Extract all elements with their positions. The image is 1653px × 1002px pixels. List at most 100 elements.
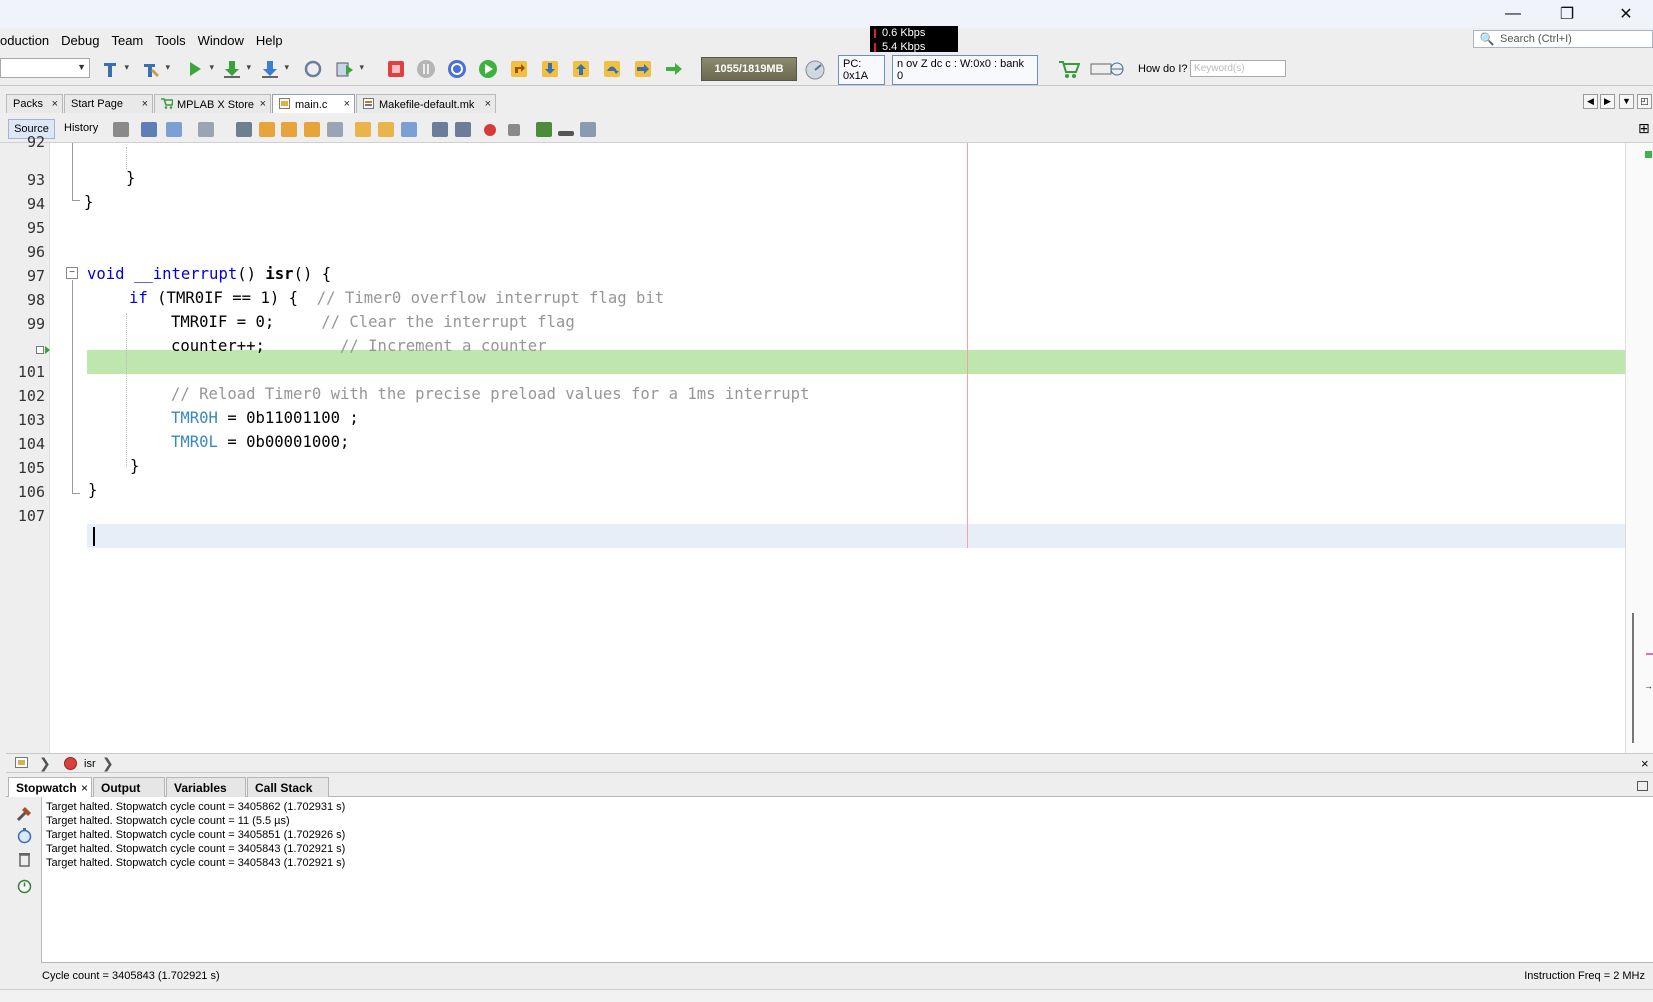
start-comment-icon[interactable] — [536, 122, 552, 137]
pause-icon[interactable] — [416, 59, 436, 79]
build-icon[interactable] — [100, 59, 129, 79]
focus-pc-icon[interactable] — [664, 59, 684, 79]
maximize-window-icon[interactable]: ◰ — [1637, 94, 1652, 109]
scroll-position-indicator[interactable] — [1632, 613, 1634, 743]
menu-window[interactable]: Window — [192, 30, 250, 50]
step-into-icon[interactable] — [540, 59, 560, 79]
record-macro-icon[interactable] — [484, 124, 496, 136]
search-placeholder: Search (Ctrl+I) — [1500, 33, 1572, 45]
last-edit-icon[interactable] — [113, 122, 129, 137]
menu-tools[interactable]: Tools — [149, 30, 191, 50]
toggle-highlight-icon[interactable] — [304, 122, 320, 137]
status-register: n ov Z dc c : W:0x0 : bank 0 — [892, 55, 1038, 85]
find-next-icon[interactable] — [281, 122, 297, 137]
find-icon[interactable] — [236, 122, 252, 137]
step-out-icon[interactable] — [571, 59, 591, 79]
stopwatch-icon[interactable] — [16, 877, 33, 894]
set-pc-icon[interactable] — [633, 59, 653, 79]
tab-makefile[interactable]: Makefile-default.mk × — [356, 94, 496, 113]
source-file-icon[interactable] — [15, 756, 29, 772]
keyword-input[interactable]: Keyword(s) — [1190, 60, 1286, 77]
minimize-panel-icon[interactable] — [1637, 781, 1648, 791]
toggle-bookmark-icon[interactable] — [401, 122, 417, 137]
menu-team[interactable]: Team — [105, 30, 149, 50]
tab-output[interactable]: Output — [93, 777, 165, 797]
run-icon[interactable] — [185, 59, 214, 79]
tab-start-page[interactable]: Start Page × — [64, 94, 153, 113]
code-editor[interactable]: 92 93 94 95 96 97 98 99 101 102 103 104 … — [6, 133, 1625, 753]
program-device-icon[interactable] — [222, 59, 251, 79]
error-stripe[interactable]: → — [1625, 143, 1653, 753]
title-bar: — ❐ ✕ — [0, 0, 1653, 28]
close-icon[interactable]: × — [344, 98, 350, 110]
close-icon[interactable]: × — [52, 98, 58, 110]
step-over-icon[interactable] — [602, 59, 622, 79]
text-caret — [93, 527, 95, 546]
reset-icon[interactable] — [447, 59, 467, 79]
ide-search-input[interactable]: 🔍 Search (Ctrl+I) — [1473, 30, 1653, 48]
maximize-button[interactable]: ❐ — [1544, 0, 1590, 28]
configuration-select[interactable]: ▼ — [0, 58, 90, 78]
scroll-tabs-right-icon[interactable]: ▶ — [1600, 94, 1615, 109]
read-device-icon[interactable] — [260, 59, 289, 79]
continue-icon[interactable] — [478, 59, 498, 79]
next-bookmark-icon[interactable] — [378, 122, 394, 137]
restore-icon: ❐ — [1559, 6, 1575, 23]
properties-icon[interactable] — [16, 805, 33, 822]
menu-production[interactable]: oduction — [0, 30, 55, 50]
tab-main-c[interactable]: main.c × — [272, 94, 355, 113]
tab-call-stack[interactable]: Call Stack — [247, 777, 329, 797]
clear-history-icon[interactable] — [16, 851, 33, 868]
rectangular-selection-icon[interactable] — [327, 122, 343, 137]
close-icon[interactable]: × — [485, 98, 491, 110]
find-previous-icon[interactable] — [259, 122, 275, 137]
run-to-cursor-icon[interactable] — [509, 59, 529, 79]
stop-macro-icon[interactable] — [508, 124, 520, 136]
forward-icon[interactable] — [166, 122, 182, 137]
clean-build-icon[interactable] — [141, 59, 170, 79]
close-window-button[interactable]: ✕ — [1603, 0, 1649, 28]
close-icon[interactable]: × — [1641, 756, 1649, 771]
close-icon[interactable]: × — [81, 781, 88, 795]
uncomment-icon[interactable] — [558, 131, 574, 136]
history-tab[interactable]: History — [64, 119, 104, 139]
menu-debug[interactable]: Debug — [55, 30, 105, 50]
tab-mplab-x-store[interactable]: MPLAB X Store × — [154, 94, 271, 113]
show-opened-documents-icon[interactable]: ▼ — [1619, 94, 1634, 109]
fold-toggle-icon[interactable]: − — [66, 267, 78, 279]
memory-gc-icon[interactable] — [804, 59, 825, 80]
back-icon[interactable] — [141, 122, 157, 137]
code-line-94: } — [84, 193, 94, 211]
line-number: 98 — [26, 291, 45, 309]
cart-icon[interactable] — [1058, 59, 1081, 79]
debug-project-icon[interactable] — [335, 59, 364, 79]
previous-bookmark-icon[interactable] — [355, 122, 371, 137]
shift-left-icon[interactable] — [432, 122, 448, 137]
split-editor-icon[interactable]: ⊞ — [1638, 120, 1650, 137]
network-icon[interactable] — [1090, 59, 1124, 79]
close-icon[interactable]: × — [260, 98, 266, 110]
format-icon[interactable] — [198, 122, 214, 137]
close-icon[interactable]: × — [142, 98, 148, 110]
sfr-name: TMR0H — [171, 409, 218, 427]
memory-gauge[interactable]: 1055/1819MB — [701, 57, 797, 81]
tab-variables[interactable]: Variables — [166, 777, 246, 797]
tab-packs[interactable]: Packs × — [6, 94, 63, 113]
scroll-tabs-left-icon[interactable]: ◀ — [1583, 94, 1598, 109]
shift-right-icon[interactable] — [455, 122, 471, 137]
line-number: 99 — [26, 315, 45, 333]
indent-guide — [126, 147, 127, 169]
log-line: Target halted. Stopwatch cycle count = 3… — [46, 843, 346, 855]
breadcrumb-isr[interactable]: isr — [84, 758, 96, 770]
code-token: TMR0IF = 0; — [171, 313, 322, 331]
mark-indicator[interactable] — [1646, 653, 1653, 655]
stopwatch-reset-icon[interactable] — [16, 827, 33, 844]
reload-icon[interactable] — [303, 59, 323, 79]
breadcrumb: ❯ isr ❯ × — [6, 753, 1653, 773]
minimize-button[interactable]: — — [1490, 0, 1536, 28]
finish-debug-icon[interactable] — [386, 59, 406, 79]
code-token: (TMR0IF == 1) { — [147, 289, 317, 307]
menu-help[interactable]: Help — [250, 30, 289, 50]
diff-icon[interactable] — [580, 122, 596, 137]
tab-stopwatch[interactable]: Stopwatch × — [8, 777, 92, 797]
